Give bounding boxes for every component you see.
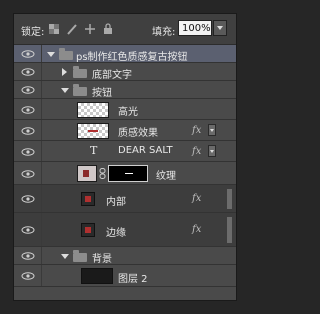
visibility-toggle[interactable] bbox=[14, 63, 42, 80]
layer-name: 质感效果 bbox=[118, 128, 158, 139]
layer-row-inner[interactable]: 内部 fx bbox=[14, 185, 236, 213]
visibility-toggle[interactable] bbox=[14, 45, 42, 62]
folder-icon bbox=[73, 84, 87, 96]
shape-thumbnail bbox=[81, 192, 95, 206]
chain-link-icon[interactable] bbox=[99, 168, 106, 179]
eye-icon bbox=[21, 148, 35, 156]
visibility-toggle[interactable] bbox=[14, 99, 42, 119]
layer-mask-thumbnail[interactable] bbox=[108, 165, 148, 182]
fx-icon[interactable]: fx bbox=[192, 224, 201, 235]
layer-row-group-button[interactable]: 按钮 bbox=[14, 81, 236, 99]
red-stroke-icon bbox=[88, 130, 98, 132]
layers-panel: 锁定: 填充: 100% ps制作红色质感复古按钮 底部文字 按钮 高光 质感效… bbox=[14, 14, 236, 300]
shape-thumbnail bbox=[81, 223, 95, 237]
eye-icon bbox=[21, 68, 35, 76]
eye-icon bbox=[21, 106, 35, 114]
lock-move-icon[interactable] bbox=[84, 23, 96, 35]
visibility-toggle[interactable] bbox=[14, 213, 42, 246]
collapse-arrow-icon[interactable] bbox=[62, 68, 67, 76]
fill-label: 填充: bbox=[152, 27, 176, 38]
lock-transparent-icon[interactable] bbox=[48, 23, 60, 35]
layer-name: 高光 bbox=[118, 107, 138, 118]
visibility-toggle[interactable] bbox=[14, 141, 42, 161]
layer-row-texture[interactable]: 纹理 bbox=[14, 162, 236, 185]
eye-icon bbox=[21, 252, 35, 260]
layer-name: 背景 bbox=[92, 254, 112, 265]
lock-bar: 锁定: 填充: 100% bbox=[14, 14, 236, 45]
expand-arrow-icon[interactable] bbox=[61, 254, 69, 259]
visibility-toggle[interactable] bbox=[14, 81, 42, 98]
eye-icon bbox=[21, 50, 35, 58]
layer-row-highlight[interactable]: 高光 bbox=[14, 99, 236, 120]
folder-icon bbox=[73, 66, 87, 78]
visibility-toggle[interactable] bbox=[14, 162, 42, 184]
fx-icon[interactable]: fx bbox=[192, 146, 201, 157]
eye-icon bbox=[21, 86, 35, 94]
scroll-indicator bbox=[227, 189, 232, 209]
scroll-indicator bbox=[227, 217, 232, 243]
lock-brush-icon[interactable] bbox=[66, 23, 78, 35]
fx-expand-button[interactable] bbox=[208, 145, 216, 157]
layer-name: 边缘 bbox=[106, 228, 126, 239]
expand-arrow-icon[interactable] bbox=[61, 88, 69, 93]
layer-row-group-bg[interactable]: 背景 bbox=[14, 247, 236, 265]
expand-arrow-icon[interactable] bbox=[47, 52, 55, 57]
layer-thumbnail bbox=[77, 102, 109, 118]
layer-row-group-bottom[interactable]: 底部文字 bbox=[14, 63, 236, 81]
eye-icon bbox=[21, 127, 35, 135]
fx-icon[interactable]: fx bbox=[192, 125, 201, 136]
fx-icon[interactable]: fx bbox=[192, 193, 201, 204]
fill-dropdown-button[interactable] bbox=[213, 20, 227, 36]
lock-all-icon[interactable] bbox=[102, 23, 114, 35]
layer-thumbnail bbox=[77, 165, 97, 182]
layer-name: ps制作红色质感复古按钮 bbox=[76, 52, 188, 63]
fx-expand-button[interactable] bbox=[208, 124, 216, 136]
layer-row-dear-salt[interactable]: T DEAR SALT fx bbox=[14, 141, 236, 162]
layer-row-edge[interactable]: 边缘 fx bbox=[14, 213, 236, 247]
layer-thumbnail bbox=[77, 123, 109, 139]
folder-icon bbox=[73, 250, 87, 262]
layer-name: 内部 bbox=[106, 197, 126, 208]
layer-row-group-root[interactable]: ps制作红色质感复古按钮 bbox=[14, 45, 236, 63]
layer-name: DEAR SALT bbox=[118, 145, 173, 156]
eye-icon bbox=[21, 226, 35, 234]
visibility-toggle[interactable] bbox=[14, 265, 42, 286]
layer-row-texture-effect[interactable]: 质感效果 fx bbox=[14, 120, 236, 141]
layer-name: 底部文字 bbox=[92, 70, 132, 81]
layer-row-layer2[interactable]: 图层 2 bbox=[14, 265, 236, 287]
fill-input[interactable]: 100% bbox=[178, 20, 212, 36]
eye-icon bbox=[21, 170, 35, 178]
visibility-toggle[interactable] bbox=[14, 185, 42, 212]
layer-name: 按钮 bbox=[92, 88, 112, 99]
lock-label: 锁定: bbox=[21, 27, 45, 38]
visibility-toggle[interactable] bbox=[14, 247, 42, 264]
folder-icon bbox=[59, 48, 73, 60]
eye-icon bbox=[21, 272, 35, 280]
eye-icon bbox=[21, 195, 35, 203]
texture-swatch bbox=[83, 170, 89, 177]
layer-thumbnail bbox=[81, 268, 113, 284]
visibility-toggle[interactable] bbox=[14, 120, 42, 140]
text-layer-icon: T bbox=[90, 144, 98, 157]
layer-name: 纹理 bbox=[156, 171, 176, 182]
layer-name: 图层 2 bbox=[118, 274, 148, 285]
mask-mark bbox=[125, 173, 133, 174]
